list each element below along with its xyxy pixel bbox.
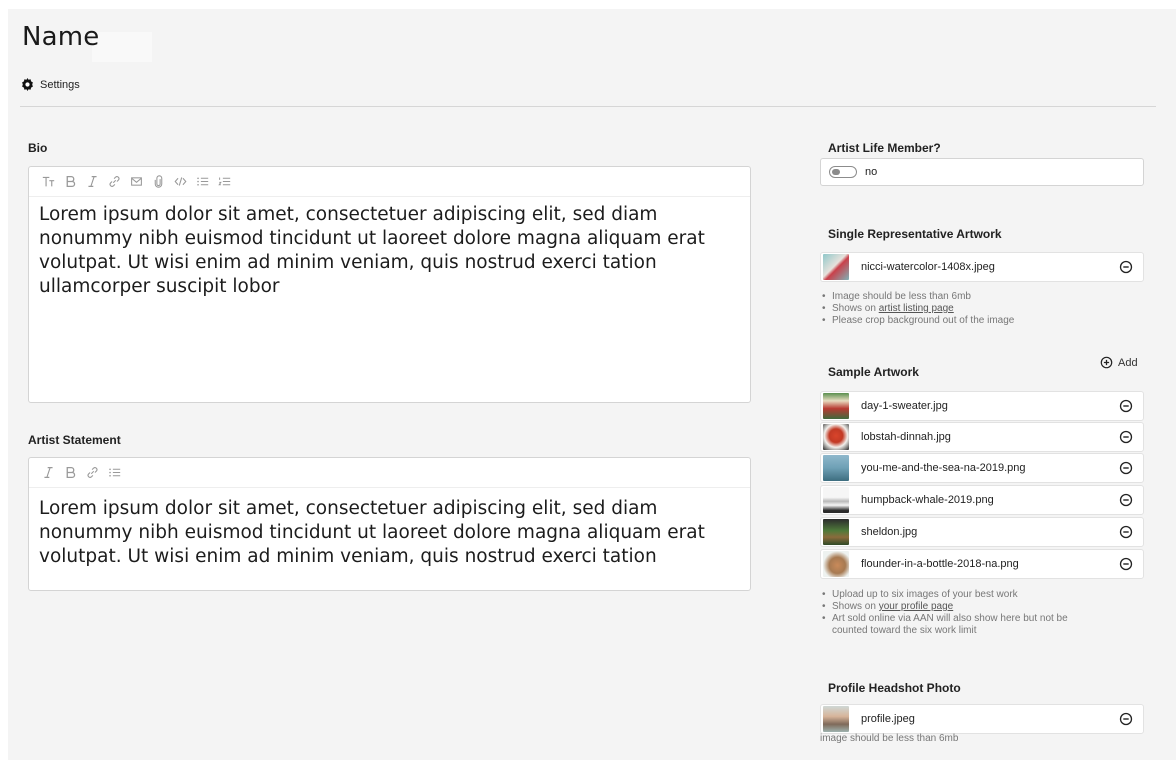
thumbnail-image: [823, 551, 849, 577]
italic-icon[interactable]: [37, 462, 59, 484]
hint-item: Upload up to six images of your best wor…: [822, 589, 1068, 601]
settings-link[interactable]: Settings: [21, 78, 80, 91]
headshot-note: image should be less than 6mb: [820, 733, 959, 744]
statement-editor[interactable]: Lorem ipsum dolor sit amet, consectetuer…: [28, 457, 751, 591]
file-name: day-1-sweater.jpg: [861, 400, 948, 412]
add-label: Add: [1118, 356, 1138, 369]
file-name: profile.jpeg: [861, 713, 915, 725]
profile-page-link[interactable]: your profile page: [879, 601, 954, 612]
thumbnail-image: [823, 393, 849, 419]
headshot-label: Profile Headshot Photo: [828, 681, 961, 695]
sample-file-row: lobstah-dinnah.jpg: [820, 422, 1144, 452]
numbered-list-icon[interactable]: [213, 171, 235, 193]
hint-line: Art sold online via AAN will also show h…: [832, 613, 1068, 624]
switch-knob: [832, 169, 840, 175]
add-artwork-button[interactable]: Add: [1100, 356, 1138, 369]
file-name: flounder-in-a-bottle-2018-na.png: [861, 558, 1019, 570]
bold-icon[interactable]: [59, 171, 81, 193]
code-icon[interactable]: [169, 171, 191, 193]
hint-prefix: Shows on: [832, 601, 879, 612]
hint-prefix: Shows on: [832, 303, 879, 314]
artist-listing-link[interactable]: artist listing page: [879, 303, 954, 314]
sample-file-row: day-1-sweater.jpg: [820, 391, 1144, 421]
gear-icon: [22, 78, 33, 91]
file-name: humpback-whale-2019.png: [861, 494, 994, 506]
sample-file-row: sheldon.jpg: [820, 517, 1144, 547]
italic-icon[interactable]: [81, 171, 103, 193]
page-title: Name: [22, 22, 100, 52]
remove-icon[interactable]: [1119, 461, 1133, 475]
bold-icon[interactable]: [59, 462, 81, 484]
life-member-toggle-field[interactable]: no: [820, 158, 1144, 186]
link-icon[interactable]: [103, 171, 125, 193]
remove-icon[interactable]: [1119, 260, 1133, 274]
headshot-file-row: profile.jpeg: [820, 704, 1144, 734]
representative-label: Single Representative Artwork: [828, 227, 1002, 241]
thumbnail-image: [823, 706, 849, 732]
thumbnail-image: [823, 455, 849, 481]
attachment-icon[interactable]: [147, 171, 169, 193]
sample-file-row: you-me-and-the-sea-na-2019.png: [820, 453, 1144, 483]
sample-file-row: flounder-in-a-bottle-2018-na.png: [820, 549, 1144, 579]
file-name: sheldon.jpg: [861, 526, 918, 538]
hint-line: counted toward the six work limit: [832, 625, 977, 636]
file-name: lobstah-dinnah.jpg: [861, 431, 951, 443]
bio-toolbar: [29, 167, 750, 197]
email-icon[interactable]: [125, 171, 147, 193]
text-size-icon[interactable]: [37, 171, 59, 193]
bullet-list-icon[interactable]: [191, 171, 213, 193]
title-highlight: [92, 32, 152, 62]
representative-file-row: nicci-watercolor-1408x.jpeg: [820, 252, 1144, 282]
sample-artwork-label: Sample Artwork: [828, 365, 919, 379]
remove-icon[interactable]: [1119, 493, 1133, 507]
hint-item: Shows on your profile page: [822, 601, 1068, 613]
life-member-label: Artist Life Member?: [828, 141, 941, 155]
sample-hints: Upload up to six images of your best wor…: [822, 589, 1068, 637]
file-name: you-me-and-the-sea-na-2019.png: [861, 462, 1026, 474]
representative-hints: Image should be less than 6mb Shows on a…: [822, 291, 1014, 327]
header-divider: [20, 106, 1156, 107]
file-name: nicci-watercolor-1408x.jpeg: [861, 261, 995, 273]
hint-item: Art sold online via AAN will also show h…: [822, 613, 1068, 637]
thumbnail-image: [823, 487, 849, 513]
hint-item: Please crop background out of the image: [822, 315, 1014, 327]
remove-icon[interactable]: [1119, 430, 1133, 444]
statement-label: Artist Statement: [28, 433, 121, 447]
bio-editor[interactable]: Lorem ipsum dolor sit amet, consectetuer…: [28, 166, 751, 403]
bio-label: Bio: [28, 141, 48, 155]
hint-item: Image should be less than 6mb: [822, 291, 1014, 303]
thumbnail-image: [823, 424, 849, 450]
settings-label: Settings: [40, 78, 80, 91]
life-member-value: no: [865, 166, 878, 178]
statement-text[interactable]: Lorem ipsum dolor sit amet, consectetuer…: [29, 488, 750, 575]
plus-circle-icon: [1100, 356, 1113, 369]
sample-file-row: humpback-whale-2019.png: [820, 485, 1144, 515]
remove-icon[interactable]: [1119, 399, 1133, 413]
hint-item: Shows on artist listing page: [822, 303, 1014, 315]
life-member-switch[interactable]: [829, 166, 857, 178]
remove-icon[interactable]: [1119, 557, 1133, 571]
thumbnail-image: [823, 519, 849, 545]
bio-text[interactable]: Lorem ipsum dolor sit amet, consectetuer…: [29, 197, 750, 305]
bullet-list-icon[interactable]: [103, 462, 125, 484]
link-icon[interactable]: [81, 462, 103, 484]
remove-icon[interactable]: [1119, 712, 1133, 726]
statement-toolbar: [29, 458, 750, 488]
remove-icon[interactable]: [1119, 525, 1133, 539]
thumbnail-image: [823, 254, 849, 280]
